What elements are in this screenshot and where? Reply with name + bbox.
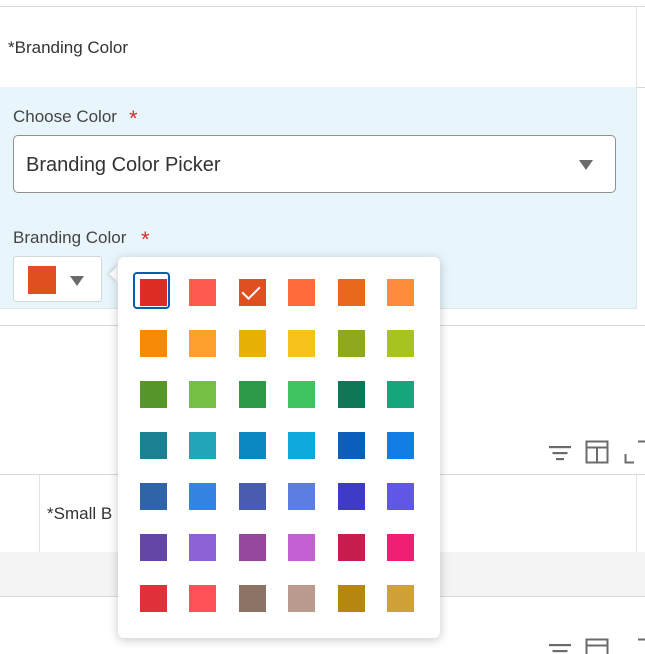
color-swatch[interactable] [140,381,167,408]
color-swatch[interactable] [386,381,414,408]
color-swatch[interactable] [140,330,167,357]
column-title: *Branding Color [8,38,129,57]
color-swatch[interactable] [238,381,266,408]
table-header-row: *Branding Color [0,6,645,88]
color-swatch[interactable] [386,534,414,561]
color-swatch[interactable] [337,534,365,561]
color-swatch[interactable] [337,330,365,357]
color-swatch[interactable] [189,534,217,561]
branding-color-label: Branding Color [13,228,127,247]
color-swatch[interactable] [189,330,217,357]
color-swatch[interactable] [386,432,414,459]
color-swatch[interactable] [189,432,217,459]
color-swatch[interactable] [189,585,217,612]
chevron-down-icon [70,276,84,286]
choose-color-value: Branding Color Picker [26,154,221,176]
checkmark-icon [241,280,261,301]
filter-icon[interactable] [548,640,572,654]
branding-color-picker-button[interactable] [13,256,102,302]
color-swatch[interactable] [238,279,266,306]
color-swatch[interactable] [140,534,167,561]
required-asterisk: * [141,227,150,252]
color-swatch[interactable] [238,330,266,357]
color-swatch[interactable] [238,483,266,510]
color-swatch[interactable] [288,534,316,561]
color-swatch[interactable] [189,381,217,408]
color-swatch[interactable] [288,381,316,408]
column-title: *Small B [47,504,113,523]
column-divider [39,475,40,552]
chevron-down-icon [579,160,593,170]
color-swatch[interactable] [140,585,167,612]
color-swatch[interactable] [288,432,316,459]
color-swatch[interactable] [386,585,414,612]
color-swatch[interactable] [238,585,266,612]
table-toolbar [548,440,645,466]
color-swatch[interactable] [386,279,414,306]
required-asterisk: * [129,106,138,131]
expand-icon[interactable] [624,638,645,654]
color-picker-popover [118,257,440,638]
color-swatch[interactable] [337,483,365,510]
column-divider [636,475,637,552]
color-swatch[interactable] [288,330,316,357]
color-swatch[interactable] [133,272,170,309]
column-divider [636,7,637,87]
selected-color-swatch [28,266,56,294]
color-swatch[interactable] [386,483,414,510]
color-swatch[interactable] [288,585,316,612]
color-swatch[interactable] [337,381,365,408]
choose-color-label: Choose Color [13,107,117,126]
color-swatch[interactable] [140,432,167,459]
color-swatch[interactable] [189,279,217,306]
filter-icon[interactable] [548,442,572,464]
color-swatch[interactable] [337,432,365,459]
color-swatch[interactable] [238,534,266,561]
color-swatch[interactable] [288,483,316,510]
color-swatch[interactable] [238,432,266,459]
column-layout-icon[interactable] [585,638,609,654]
color-swatch-grid [133,272,414,612]
color-swatch[interactable] [189,483,217,510]
color-swatch[interactable] [337,279,365,306]
color-swatch[interactable] [337,585,365,612]
color-swatch[interactable] [140,483,167,510]
choose-color-select[interactable]: Branding Color Picker [13,135,616,193]
table-toolbar [548,636,645,654]
color-swatch[interactable] [288,279,316,306]
expand-icon[interactable] [624,440,645,464]
column-layout-icon[interactable] [585,440,609,464]
color-swatch[interactable] [386,330,414,357]
